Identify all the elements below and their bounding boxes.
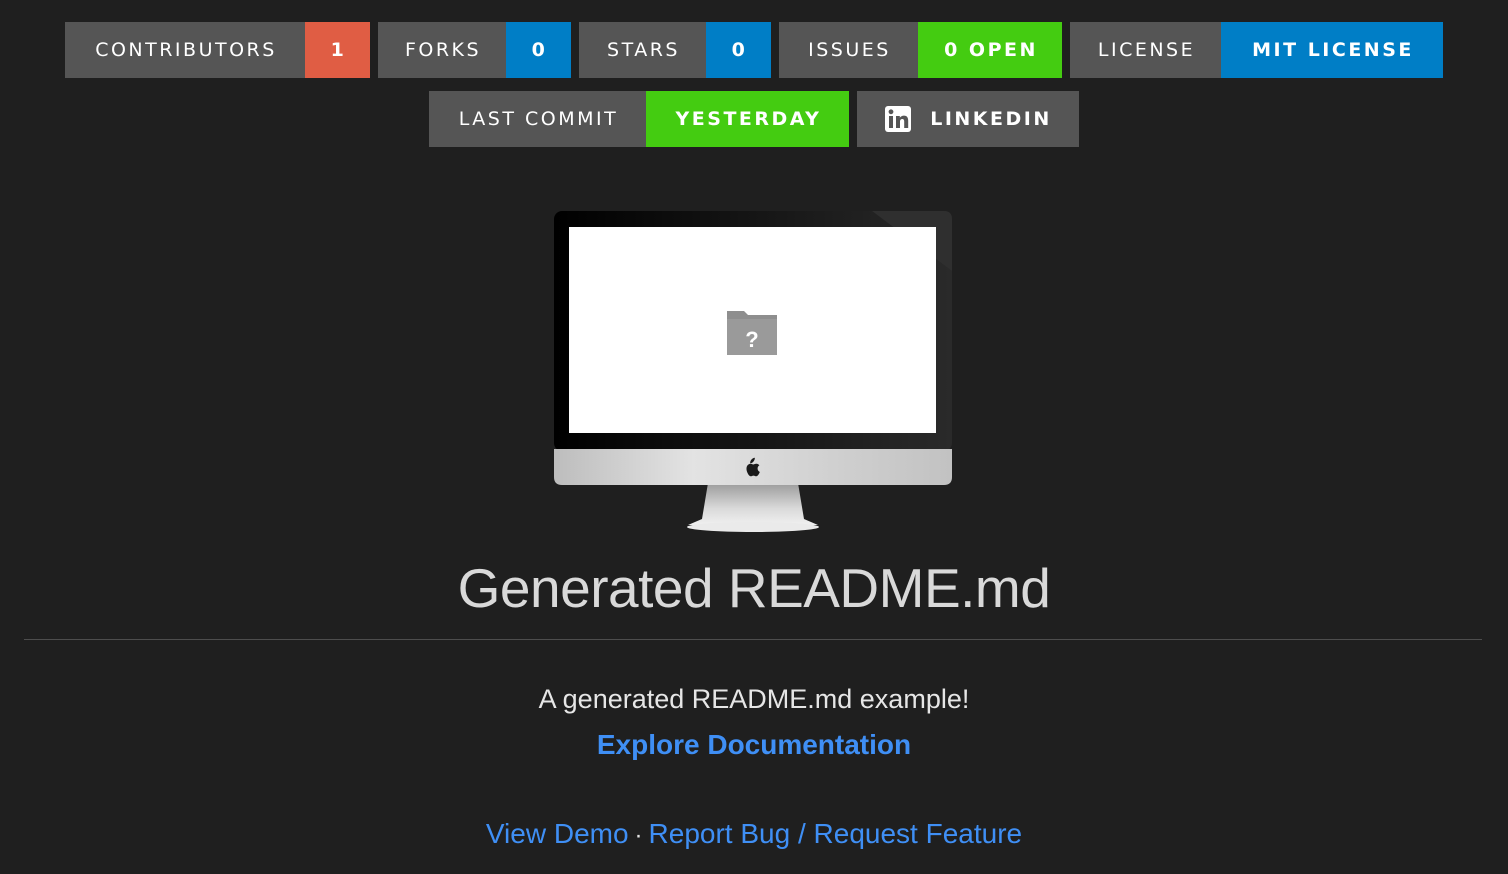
action-links: View Demo · Report Bug / Request Feature [0, 818, 1508, 850]
hero-image: ? [554, 211, 952, 532]
missing-image-folder-icon: ? [727, 311, 777, 355]
project-description: A generated README.md example! [538, 684, 970, 714]
badge-row-top: CONTRIBUTORS 1 FORKS 0 STARS 0 ISSUES 0 … [0, 22, 1508, 78]
issues-badge[interactable]: ISSUES 0 OPEN [779, 22, 1062, 78]
forks-badge[interactable]: FORKS 0 [378, 22, 571, 78]
linkedin-badge[interactable]: LINKEDIN [857, 91, 1079, 147]
license-badge-label: LICENSE [1070, 22, 1221, 78]
license-badge-value: MIT LICENSE [1221, 22, 1443, 78]
issues-badge-value: 0 OPEN [918, 22, 1062, 78]
title-divider [24, 639, 1482, 640]
link-separator: · [634, 822, 643, 849]
stars-badge-label: STARS [579, 22, 706, 78]
linkedin-badge-body: LINKEDIN [857, 91, 1079, 147]
forks-badge-value: 0 [506, 22, 571, 78]
linkedin-badge-label: LINKEDIN [930, 108, 1052, 130]
view-demo-link[interactable]: View Demo [486, 818, 629, 849]
linkedin-icon [885, 106, 912, 132]
contributors-badge-value: 1 [305, 22, 370, 78]
last-commit-badge-label: LAST COMMIT [429, 91, 646, 147]
license-badge[interactable]: LICENSE MIT LICENSE [1070, 22, 1443, 78]
contributors-badge-label: CONTRIBUTORS [65, 22, 305, 78]
issues-badge-label: ISSUES [779, 22, 918, 78]
report-bug-link[interactable]: Report Bug / Request Feature [649, 818, 1023, 849]
readme-page: CONTRIBUTORS 1 FORKS 0 STARS 0 ISSUES 0 … [0, 0, 1508, 874]
contributors-badge[interactable]: CONTRIBUTORS 1 [65, 22, 370, 78]
last-commit-badge[interactable]: LAST COMMIT YESTERDAY [429, 91, 849, 147]
forks-badge-label: FORKS [378, 22, 506, 78]
stars-badge[interactable]: STARS 0 [579, 22, 771, 78]
docs-link-container: Explore Documentation [0, 729, 1508, 761]
svg-text:?: ? [745, 327, 758, 352]
stars-badge-value: 0 [706, 22, 771, 78]
explore-documentation-link[interactable]: Explore Documentation [597, 729, 911, 760]
badge-row-bottom: LAST COMMIT YESTERDAY LINKEDIN [0, 91, 1508, 147]
page-title: Generated README.md [457, 557, 1051, 619]
last-commit-badge-value: YESTERDAY [646, 91, 849, 147]
